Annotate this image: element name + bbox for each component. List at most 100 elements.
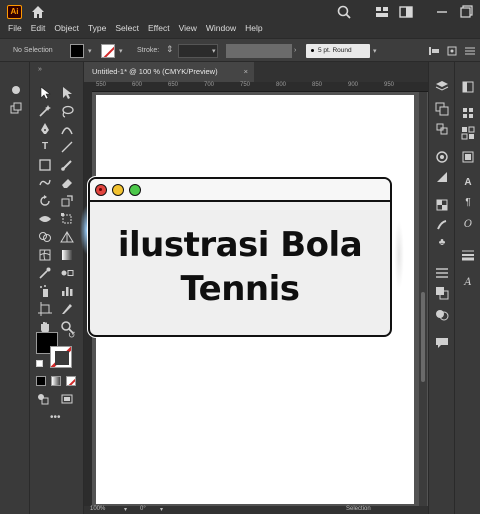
zoom-level[interactable]: 100% bbox=[90, 506, 105, 512]
document-tab[interactable]: Untitled-1* @ 100 % (CMYK/Preview) × bbox=[84, 62, 254, 82]
stroke-stepper-icon[interactable]: ⇕ bbox=[166, 44, 174, 55]
screen-mode-icon[interactable] bbox=[60, 392, 74, 406]
menu-select[interactable]: Select bbox=[115, 23, 139, 33]
magic-wand-tool-icon[interactable] bbox=[38, 104, 52, 118]
menu-effect[interactable]: Effect bbox=[148, 23, 170, 33]
brush-dropdown-icon[interactable]: ▾ bbox=[373, 47, 377, 55]
symbols-icon[interactable]: ♣ bbox=[435, 236, 449, 250]
current-tool-status: Selection bbox=[346, 506, 371, 512]
default-colors-icon[interactable] bbox=[36, 360, 43, 367]
artboard-tool-icon[interactable] bbox=[38, 302, 52, 316]
zoom-dropdown-icon[interactable]: ▾ bbox=[124, 506, 127, 513]
menu-help[interactable]: Help bbox=[245, 23, 262, 33]
symbol-sprayer-tool-icon[interactable] bbox=[38, 284, 52, 298]
rectangle-tool-icon[interactable] bbox=[38, 158, 52, 172]
stroke-color-swatch[interactable] bbox=[101, 44, 115, 58]
column-graph-tool-icon[interactable] bbox=[60, 284, 74, 298]
shaper-tool-icon[interactable] bbox=[38, 176, 52, 190]
color-mode-icon[interactable] bbox=[36, 376, 46, 386]
color-panel-icon[interactable] bbox=[461, 106, 475, 120]
artboards-icon[interactable] bbox=[435, 102, 449, 116]
transparency-icon[interactable] bbox=[435, 198, 449, 212]
line-tool-icon[interactable] bbox=[60, 140, 74, 154]
align-icon[interactable] bbox=[428, 45, 440, 57]
ruler-tick: 700 bbox=[204, 82, 215, 88]
gradient-tool-icon[interactable] bbox=[60, 248, 74, 262]
rotation-value[interactable]: 0° bbox=[140, 506, 146, 512]
ruler-tick: 600 bbox=[132, 82, 143, 88]
variable-width-dropdown-icon[interactable]: › bbox=[294, 47, 296, 54]
slice-tool-icon[interactable] bbox=[60, 302, 74, 316]
home-icon[interactable] bbox=[30, 4, 46, 20]
menu-object[interactable]: Object bbox=[54, 23, 79, 33]
asset-export-icon[interactable] bbox=[435, 122, 449, 136]
free-transform-tool-icon[interactable] bbox=[60, 212, 74, 226]
graphic-styles-icon[interactable] bbox=[435, 308, 449, 322]
stroke-weight-dropdown-icon[interactable]: ▾ bbox=[212, 47, 216, 55]
restore-icon[interactable] bbox=[458, 4, 474, 20]
vertical-scrollbar[interactable] bbox=[419, 92, 427, 506]
more-options-icon[interactable] bbox=[464, 45, 476, 57]
workspace-switcher-icon[interactable] bbox=[398, 4, 414, 20]
layers-icon[interactable] bbox=[435, 80, 449, 94]
stroke-dropdown-icon[interactable]: ▾ bbox=[119, 47, 123, 55]
none-mode-icon[interactable] bbox=[66, 376, 76, 386]
properties-icon[interactable] bbox=[461, 80, 475, 94]
brush-definition-field[interactable]: 5 pt. Round bbox=[306, 44, 370, 58]
rotation-dropdown-icon[interactable]: ▾ bbox=[160, 506, 163, 513]
curvature-tool-icon[interactable] bbox=[60, 122, 74, 136]
align-panel-icon[interactable] bbox=[435, 266, 449, 280]
brushes-icon[interactable] bbox=[435, 218, 449, 232]
paragraph-icon[interactable]: ¶ bbox=[461, 196, 475, 210]
width-tool-icon[interactable] bbox=[38, 212, 52, 226]
title-card-bar bbox=[90, 179, 390, 202]
stroke-panel-icon[interactable] bbox=[461, 248, 475, 262]
mesh-tool-icon[interactable] bbox=[38, 248, 52, 262]
rotate-tool-icon[interactable] bbox=[38, 194, 52, 208]
pen-tool-icon[interactable] bbox=[38, 122, 52, 136]
character-icon[interactable]: A bbox=[461, 176, 475, 190]
stroke-indicator[interactable] bbox=[50, 346, 72, 368]
appearance-icon[interactable] bbox=[435, 150, 449, 164]
opentype-icon[interactable]: O bbox=[461, 218, 475, 232]
eyedropper-tool-icon[interactable] bbox=[38, 266, 52, 280]
menu-file[interactable]: File bbox=[8, 23, 22, 33]
menu-view[interactable]: View bbox=[179, 23, 197, 33]
fill-dropdown-icon[interactable]: ▾ bbox=[88, 47, 92, 55]
arrange-documents-icon[interactable] bbox=[374, 4, 390, 20]
document-tab-bar: Untitled-1* @ 100 % (CMYK/Preview) × bbox=[84, 62, 428, 82]
swatches-icon[interactable] bbox=[461, 126, 475, 140]
edit-toolbar-icon[interactable]: ••• bbox=[50, 412, 61, 423]
close-tab-icon[interactable]: × bbox=[244, 62, 248, 82]
search-icon[interactable] bbox=[336, 4, 352, 20]
gradient-mode-icon[interactable] bbox=[51, 376, 61, 386]
menu-window[interactable]: Window bbox=[206, 23, 236, 33]
gradient-panel-icon[interactable] bbox=[435, 170, 449, 184]
panel-collapse-icon[interactable]: » bbox=[38, 66, 42, 73]
blend-tool-icon[interactable] bbox=[60, 266, 74, 280]
paintbrush-tool-icon[interactable] bbox=[60, 158, 74, 172]
lasso-tool-icon[interactable] bbox=[60, 104, 74, 118]
perspective-grid-tool-icon[interactable] bbox=[60, 230, 74, 244]
fill-color-swatch[interactable] bbox=[70, 44, 84, 58]
direct-selection-tool-icon[interactable] bbox=[60, 86, 74, 100]
minimize-icon[interactable] bbox=[434, 4, 450, 20]
type-tool-icon[interactable]: T bbox=[38, 140, 52, 154]
libraries-icon[interactable] bbox=[12, 86, 20, 94]
selection-tool-icon[interactable] bbox=[38, 86, 52, 100]
comments-icon[interactable] bbox=[435, 336, 449, 350]
pathfinder-icon[interactable] bbox=[435, 286, 449, 300]
variable-width-field[interactable] bbox=[226, 44, 292, 58]
draw-mode-icon[interactable] bbox=[36, 392, 50, 406]
scrollbar-thumb[interactable] bbox=[421, 292, 425, 382]
menu-edit[interactable]: Edit bbox=[31, 23, 46, 33]
swap-fill-stroke-icon[interactable]: ↺ bbox=[68, 330, 76, 341]
transform-icon[interactable] bbox=[446, 45, 458, 57]
scale-tool-icon[interactable] bbox=[60, 194, 74, 208]
shape-builder-tool-icon[interactable] bbox=[38, 230, 52, 244]
menu-type[interactable]: Type bbox=[88, 23, 106, 33]
glyphs-icon[interactable]: A bbox=[461, 276, 475, 290]
color-guide-icon[interactable] bbox=[461, 150, 475, 164]
layers-mini-icon[interactable] bbox=[10, 102, 22, 114]
eraser-tool-icon[interactable] bbox=[60, 176, 74, 190]
